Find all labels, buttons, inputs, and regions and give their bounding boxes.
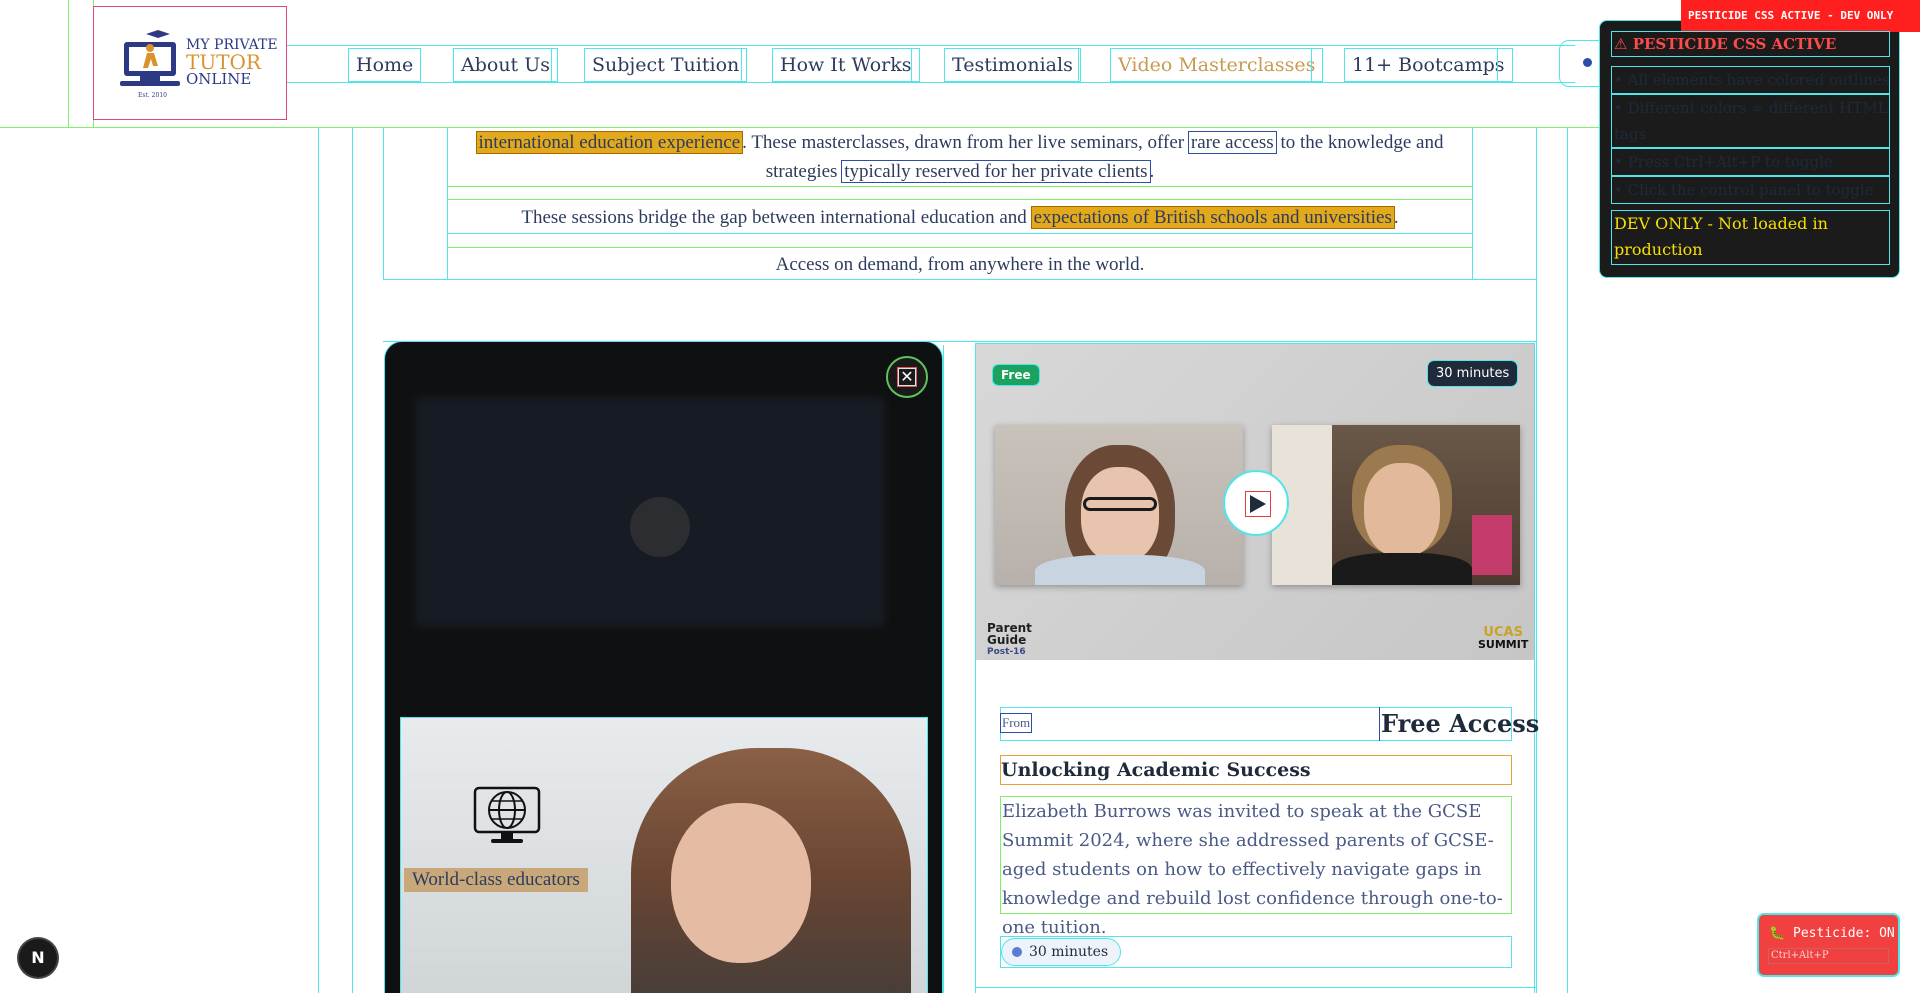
bug-icon: 🐛 <box>1769 926 1786 941</box>
close-icon: ✕ <box>897 367 917 387</box>
logo-est: Est. 2010 <box>138 92 167 99</box>
highlight-rare-access: rare access <box>1187 131 1277 154</box>
parent-guide-logo: Parent Guide Post-16 <box>987 621 1032 657</box>
nextjs-dev-indicator[interactable]: N <box>19 939 57 977</box>
speaker-video-1 <box>995 425 1243 585</box>
nav-11-plus-bootcamps[interactable]: 11+ Bootcamps <box>1344 48 1513 82</box>
nav-testimonials[interactable]: Testimonials <box>944 48 1081 82</box>
status-dot-icon <box>1583 58 1592 67</box>
masterclass-description: Elizabeth Burrows was invited to speak a… <box>1000 796 1512 938</box>
highlight-private-clients: typically reserved for her private clien… <box>841 160 1151 183</box>
globe-monitor-icon <box>473 786 541 843</box>
pesticide-info-row: • Different colors = different HTML tags <box>1611 94 1890 148</box>
highlight-british-expectations: expectations of British schools and univ… <box>1030 206 1395 229</box>
free-badge: Free <box>992 364 1040 386</box>
duration-badge: 30 minutes <box>1426 360 1519 387</box>
educator-face <box>671 803 811 963</box>
pesticide-shortcut: Ctrl+Alt+P <box>1768 948 1889 964</box>
nav-home[interactable]: Home <box>348 48 422 82</box>
price-from-label: From <box>1000 713 1033 733</box>
play-icon <box>1250 495 1266 513</box>
feature-label: World-class educators <box>404 868 588 892</box>
pesticide-active-tag: PESTICIDE CSS ACTIVE - DEV ONLY <box>1681 0 1920 32</box>
nav-about-us[interactable]: About Us <box>453 48 558 82</box>
close-button[interactable]: ✕ <box>886 356 928 398</box>
nav-video-masterclasses[interactable]: Video Masterclasses <box>1110 48 1324 82</box>
masterclass-title: Unlocking Academic Success <box>1000 755 1512 785</box>
logo-monitor-icon <box>120 30 180 86</box>
intro-paragraph-2: These sessions bridge the gap between in… <box>521 206 1399 229</box>
clock-dot-icon <box>1012 947 1022 957</box>
duration-pill: 30 minutes <box>1001 938 1122 966</box>
alarm-icon: ⚠ <box>1614 35 1628 53</box>
intro-paragraph-1: international education experience. Thes… <box>475 131 1444 183</box>
ucas-summit-logo: UCAS SUMMIT <box>1478 625 1529 651</box>
intro-paragraph-3: Access on demand, from anywhere in the w… <box>775 254 1145 275</box>
pesticide-toggle-button[interactable]: 🐛 Pesticide: ON Ctrl+Alt+P <box>1757 913 1900 977</box>
logo-text-line3: ONLINE <box>186 70 252 88</box>
nav-subject-tuition[interactable]: Subject Tuition <box>584 48 748 82</box>
highlight-international-experience: international education experience <box>475 131 744 154</box>
play-button[interactable] <box>1223 470 1289 536</box>
pesticide-panel-title: ⚠ PESTICIDE CSS ACTIVE <box>1611 31 1890 57</box>
pesticide-info-row: • Click the control panel to toggle <box>1611 176 1890 204</box>
price-value: Free Access <box>1379 707 1539 741</box>
blurred-play-icon <box>630 497 690 557</box>
educator-feature-card: World-class educators <box>400 717 928 993</box>
pesticide-info-row: • Press Ctrl+Alt+P to toggle <box>1611 148 1890 176</box>
logo-text-line2: TUTOR <box>186 50 261 74</box>
pesticide-info-row: • All elements have colored outlines <box>1611 66 1890 94</box>
speaker-video-2 <box>1272 425 1520 585</box>
nav-how-it-works[interactable]: How It Works <box>772 48 920 82</box>
pesticide-prod-note: DEV ONLY - Not loaded in production <box>1611 210 1890 265</box>
